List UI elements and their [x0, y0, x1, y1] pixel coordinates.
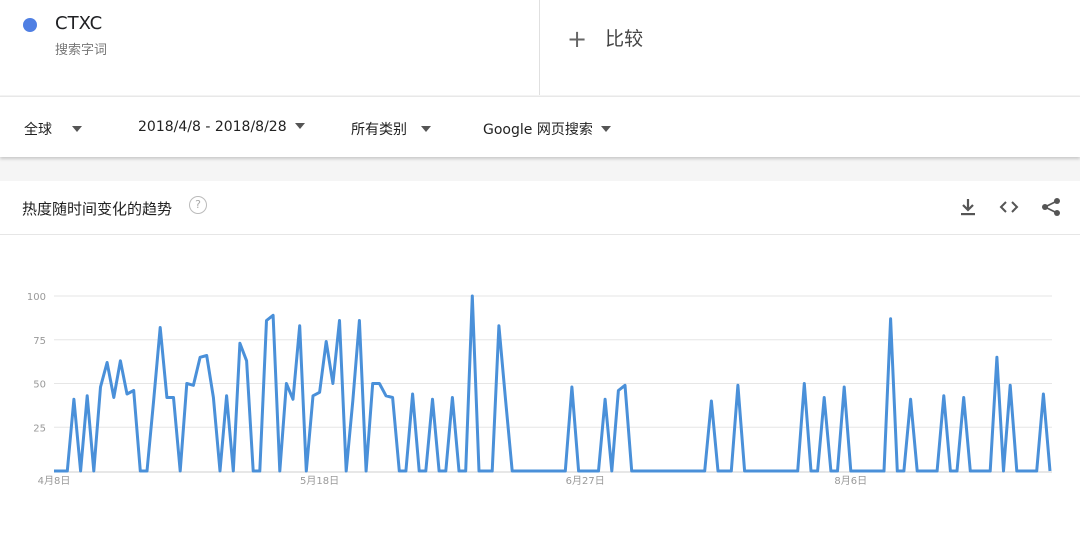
x-tick-label: 8月6日 [834, 475, 867, 487]
term-card: CTXC 搜索字词 + 比较 [0, 0, 1080, 95]
panel-title: 热度随时间变化的趋势 [22, 200, 173, 218]
chevron-down-icon [72, 126, 82, 132]
date-range-value: 2018/4/8 - 2018/8/28 [138, 119, 287, 135]
date-range-dropdown[interactable]: 2018/4/8 - 2018/8/28 [138, 119, 305, 135]
x-tick-label: 4月8日 [38, 475, 71, 487]
x-axis-labels: 4月8日 5月18日 6月27日 8月6日 [38, 475, 868, 487]
plus-icon: + [567, 25, 588, 53]
search-term-block[interactable]: CTXC 搜索字词 [0, 0, 540, 95]
series-color-dot [23, 18, 37, 32]
y-axis-labels: 100 75 50 25 [27, 292, 46, 434]
region-dropdown[interactable]: 全球 [24, 119, 82, 139]
share-icon[interactable] [1039, 195, 1063, 219]
compare-button[interactable]: + 比较 [567, 24, 643, 53]
search-type-value: Google 网页搜索 [483, 122, 593, 138]
chevron-down-icon [294, 123, 305, 129]
region-value: 全球 [24, 122, 52, 138]
search-term-name[interactable]: CTXC [55, 13, 102, 34]
x-tick-label: 5月18日 [300, 475, 339, 487]
filter-bar: 全球 2018/4/8 - 2018/8/28 所有类别 Google 网页搜索 [0, 96, 1080, 157]
y-tick-label: 25 [33, 423, 46, 434]
chevron-down-icon [421, 126, 431, 132]
panel-header: 热度随时间变化的趋势 ? [0, 181, 1080, 235]
interest-chart: 100 75 50 25 4月8日 5月18日 6月27日 8月6日 [27, 292, 1052, 487]
download-icon[interactable] [956, 195, 980, 219]
search-type-dropdown[interactable]: Google 网页搜索 [483, 119, 611, 139]
category-value: 所有类别 [351, 122, 407, 138]
help-icon[interactable]: ? [189, 196, 207, 214]
embed-code-icon[interactable] [997, 195, 1021, 219]
y-tick-label: 100 [27, 292, 46, 303]
category-dropdown[interactable]: 所有类别 [351, 119, 431, 139]
y-tick-label: 75 [33, 336, 46, 347]
compare-label: 比较 [605, 28, 644, 50]
chevron-down-icon [600, 126, 611, 132]
chart-grid [54, 295, 1052, 473]
y-tick-label: 50 [33, 380, 46, 391]
search-term-subtitle: 搜索字词 [55, 43, 108, 58]
x-tick-label: 6月27日 [566, 475, 605, 487]
